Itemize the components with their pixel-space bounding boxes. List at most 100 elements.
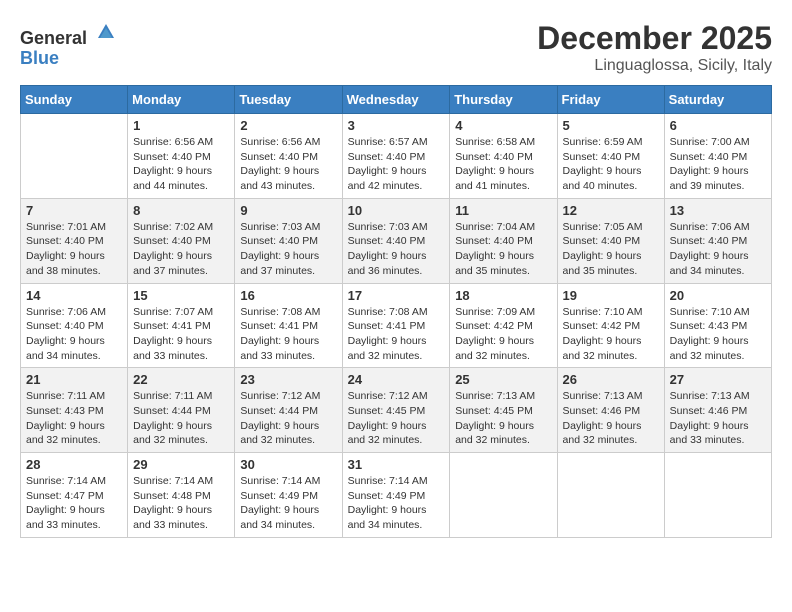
- calendar-cell: 19Sunrise: 7:10 AM Sunset: 4:42 PM Dayli…: [557, 283, 664, 368]
- title-area: December 2025 Linguaglossa, Sicily, Ital…: [537, 20, 772, 75]
- cell-sun-info: Sunrise: 7:09 AM Sunset: 4:42 PM Dayligh…: [455, 305, 551, 364]
- calendar-cell: 23 Sunrise: 7:12 AM Sunset: 4:44 PM Dayli…: [235, 368, 342, 453]
- day-number: 1: [133, 118, 229, 133]
- cell-sun-info: Sunrise: 6:56 AM Sunset: 4:40 PM Dayligh…: [133, 135, 229, 194]
- weekday-header-friday: Friday: [557, 86, 664, 114]
- calendar-table: SundayMondayTuesdayWednesdayThursdayFrid…: [20, 85, 772, 538]
- cell-sun-info: Sunrise: 7:00 AM Sunset: 4:40 PM Dayligh…: [670, 135, 766, 194]
- day-number: 10: [348, 203, 445, 218]
- cell-sun-info: Sunrise: 7:13 AM Sunset: 4:46 PM Dayligh…: [670, 389, 766, 448]
- weekday-header-thursday: Thursday: [450, 86, 557, 114]
- cell-sun-info: Sunrise: 7:13 AM Sunset: 4:46 PM Dayligh…: [563, 389, 659, 448]
- day-number: 30: [240, 457, 336, 472]
- calendar-cell: 21 Sunrise: 7:11 AM Sunset: 4:43 PM Dayli…: [21, 368, 128, 453]
- calendar-cell: 26Sunrise: 7:13 AM Sunset: 4:46 PM Dayli…: [557, 368, 664, 453]
- calendar-cell: 3Sunrise: 6:57 AM Sunset: 4:40 PM Daylig…: [342, 114, 450, 199]
- cell-sun-info: Sunrise: 7:12 AM Sunset: 4:44 PM Dayligh…: [240, 389, 336, 448]
- calendar-cell: 5 Sunrise: 6:59 AM Sunset: 4:40 PM Daylig…: [557, 114, 664, 199]
- cell-sun-info: Sunrise: 7:11 AM Sunset: 4:43 PM Dayligh…: [26, 389, 122, 448]
- weekday-header-row: SundayMondayTuesdayWednesdayThursdayFrid…: [21, 86, 772, 114]
- calendar-week-row: 21 Sunrise: 7:11 AM Sunset: 4:43 PM Dayli…: [21, 368, 772, 453]
- cell-sun-info: Sunrise: 7:14 AM Sunset: 4:47 PM Dayligh…: [26, 474, 122, 533]
- calendar-cell: 2 Sunrise: 6:56 AM Sunset: 4:40 PM Daylig…: [235, 114, 342, 199]
- cell-sun-info: Sunrise: 7:11 AM Sunset: 4:44 PM Dayligh…: [133, 389, 229, 448]
- day-number: 23: [240, 372, 336, 387]
- day-number: 5: [563, 118, 659, 133]
- cell-sun-info: Sunrise: 7:12 AM Sunset: 4:45 PM Dayligh…: [348, 389, 445, 448]
- cell-sun-info: Sunrise: 7:03 AM Sunset: 4:40 PM Dayligh…: [348, 220, 445, 279]
- day-number: 15: [133, 288, 229, 303]
- calendar-cell: 28 Sunrise: 7:14 AM Sunset: 4:47 PM Dayli…: [21, 453, 128, 538]
- day-number: 11: [455, 203, 551, 218]
- weekday-header-tuesday: Tuesday: [235, 86, 342, 114]
- logo: General Blue: [20, 20, 118, 69]
- weekday-header-sunday: Sunday: [21, 86, 128, 114]
- day-number: 9: [240, 203, 336, 218]
- day-number: 27: [670, 372, 766, 387]
- day-number: 17: [348, 288, 445, 303]
- day-number: 2: [240, 118, 336, 133]
- calendar-cell: 30 Sunrise: 7:14 AM Sunset: 4:49 PM Dayli…: [235, 453, 342, 538]
- day-number: 4: [455, 118, 551, 133]
- calendar-cell: 14Sunrise: 7:06 AM Sunset: 4:40 PM Dayli…: [21, 283, 128, 368]
- weekday-header-saturday: Saturday: [664, 86, 771, 114]
- logo-general: General: [20, 28, 87, 48]
- calendar-cell: 7 Sunrise: 7:01 AM Sunset: 4:40 PM Daylig…: [21, 198, 128, 283]
- location-title: Linguaglossa, Sicily, Italy: [537, 57, 772, 75]
- calendar-cell: 15 Sunrise: 7:07 AM Sunset: 4:41 PM Dayli…: [128, 283, 235, 368]
- day-number: 20: [670, 288, 766, 303]
- day-number: 18: [455, 288, 551, 303]
- day-number: 7: [26, 203, 122, 218]
- day-number: 19: [563, 288, 659, 303]
- calendar-cell: 17 Sunrise: 7:08 AM Sunset: 4:41 PM Dayli…: [342, 283, 450, 368]
- day-number: 14: [26, 288, 122, 303]
- calendar-cell: 20 Sunrise: 7:10 AM Sunset: 4:43 PM Dayli…: [664, 283, 771, 368]
- calendar-cell: 10 Sunrise: 7:03 AM Sunset: 4:40 PM Dayli…: [342, 198, 450, 283]
- calendar-cell: 27 Sunrise: 7:13 AM Sunset: 4:46 PM Dayli…: [664, 368, 771, 453]
- cell-sun-info: Sunrise: 7:14 AM Sunset: 4:49 PM Dayligh…: [240, 474, 336, 533]
- day-number: 13: [670, 203, 766, 218]
- day-number: 31: [348, 457, 445, 472]
- calendar-cell: 25Sunrise: 7:13 AM Sunset: 4:45 PM Dayli…: [450, 368, 557, 453]
- day-number: 21: [26, 372, 122, 387]
- weekday-header-monday: Monday: [128, 86, 235, 114]
- calendar-cell: [450, 453, 557, 538]
- month-title: December 2025: [537, 20, 772, 57]
- cell-sun-info: Sunrise: 6:56 AM Sunset: 4:40 PM Dayligh…: [240, 135, 336, 194]
- day-number: 25: [455, 372, 551, 387]
- cell-sun-info: Sunrise: 7:10 AM Sunset: 4:43 PM Dayligh…: [670, 305, 766, 364]
- calendar-cell: 1 Sunrise: 6:56 AM Sunset: 4:40 PM Daylig…: [128, 114, 235, 199]
- calendar-cell: [557, 453, 664, 538]
- calendar-cell: 6 Sunrise: 7:00 AM Sunset: 4:40 PM Daylig…: [664, 114, 771, 199]
- calendar-cell: 12Sunrise: 7:05 AM Sunset: 4:40 PM Dayli…: [557, 198, 664, 283]
- day-number: 16: [240, 288, 336, 303]
- day-number: 8: [133, 203, 229, 218]
- cell-sun-info: Sunrise: 7:01 AM Sunset: 4:40 PM Dayligh…: [26, 220, 122, 279]
- weekday-header-wednesday: Wednesday: [342, 86, 450, 114]
- calendar-cell: 29Sunrise: 7:14 AM Sunset: 4:48 PM Dayli…: [128, 453, 235, 538]
- page-header: General Blue December 2025 Linguaglossa,…: [20, 20, 772, 75]
- cell-sun-info: Sunrise: 6:59 AM Sunset: 4:40 PM Dayligh…: [563, 135, 659, 194]
- cell-sun-info: Sunrise: 7:04 AM Sunset: 4:40 PM Dayligh…: [455, 220, 551, 279]
- cell-sun-info: Sunrise: 6:58 AM Sunset: 4:40 PM Dayligh…: [455, 135, 551, 194]
- cell-sun-info: Sunrise: 7:08 AM Sunset: 4:41 PM Dayligh…: [240, 305, 336, 364]
- cell-sun-info: Sunrise: 7:08 AM Sunset: 4:41 PM Dayligh…: [348, 305, 445, 364]
- calendar-cell: 31 Sunrise: 7:14 AM Sunset: 4:49 PM Dayli…: [342, 453, 450, 538]
- day-number: 12: [563, 203, 659, 218]
- calendar-cell: 4 Sunrise: 6:58 AM Sunset: 4:40 PM Daylig…: [450, 114, 557, 199]
- cell-sun-info: Sunrise: 7:07 AM Sunset: 4:41 PM Dayligh…: [133, 305, 229, 364]
- logo-blue: Blue: [20, 48, 59, 68]
- cell-sun-info: Sunrise: 7:14 AM Sunset: 4:49 PM Dayligh…: [348, 474, 445, 533]
- calendar-week-row: 1 Sunrise: 6:56 AM Sunset: 4:40 PM Daylig…: [21, 114, 772, 199]
- calendar-cell: 22Sunrise: 7:11 AM Sunset: 4:44 PM Dayli…: [128, 368, 235, 453]
- cell-sun-info: Sunrise: 6:57 AM Sunset: 4:40 PM Dayligh…: [348, 135, 445, 194]
- day-number: 24: [348, 372, 445, 387]
- cell-sun-info: Sunrise: 7:03 AM Sunset: 4:40 PM Dayligh…: [240, 220, 336, 279]
- day-number: 28: [26, 457, 122, 472]
- day-number: 29: [133, 457, 229, 472]
- cell-sun-info: Sunrise: 7:06 AM Sunset: 4:40 PM Dayligh…: [670, 220, 766, 279]
- logo-icon: [94, 20, 118, 44]
- calendar-cell: 16 Sunrise: 7:08 AM Sunset: 4:41 PM Dayli…: [235, 283, 342, 368]
- cell-sun-info: Sunrise: 7:02 AM Sunset: 4:40 PM Dayligh…: [133, 220, 229, 279]
- day-number: 6: [670, 118, 766, 133]
